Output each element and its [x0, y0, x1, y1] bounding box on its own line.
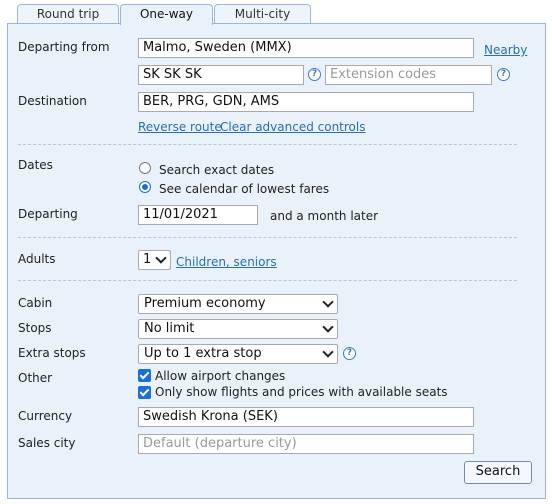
currency-input[interactable]: Swedish Krona (SEK)	[138, 407, 474, 427]
clear-advanced-controls-link[interactable]: Clear advanced controls	[220, 120, 366, 134]
stops-value: No limit	[144, 321, 195, 336]
available-seats-label: Only show flights and prices with availa…	[155, 385, 448, 399]
destination-input[interactable]: BER, PRG, GDN, AMS	[138, 92, 474, 112]
adults-select[interactable]: 1	[138, 250, 171, 270]
available-seats-checkbox[interactable]	[138, 386, 151, 399]
departing-label: Departing	[18, 207, 78, 221]
allow-airport-changes-checkbox[interactable]	[138, 369, 151, 382]
extra-stops-label: Extra stops	[18, 346, 86, 360]
destination-label: Destination	[18, 94, 87, 108]
other-label: Other	[18, 371, 53, 385]
calendar-lowest-fares-radio[interactable]	[139, 181, 151, 193]
cabin-label: Cabin	[18, 296, 53, 310]
nearby-link[interactable]: Nearby	[484, 43, 527, 57]
divider	[18, 144, 517, 145]
dates-label: Dates	[18, 158, 53, 172]
tab-round-trip[interactable]: Round trip	[17, 4, 119, 24]
allow-airport-changes-label: Allow airport changes	[155, 369, 286, 383]
extra-stops-select[interactable]: Up to 1 extra stop	[138, 344, 338, 364]
extra-stops-value: Up to 1 extra stop	[144, 346, 262, 361]
divider	[18, 237, 517, 238]
departing-date-input[interactable]: 11/01/2021	[138, 205, 258, 225]
help-icon[interactable]: ?	[343, 347, 356, 360]
search-exact-dates-radio[interactable]	[139, 162, 151, 174]
help-icon[interactable]: ?	[497, 68, 510, 81]
search-button[interactable]: Search	[464, 461, 532, 484]
divider	[18, 280, 517, 281]
chevron-down-icon	[155, 252, 167, 264]
chevron-down-icon	[322, 346, 334, 358]
tab-multi-city[interactable]: Multi-city	[214, 4, 311, 24]
cabin-select[interactable]: Premium economy	[138, 294, 338, 314]
chevron-down-icon	[322, 296, 334, 308]
sales-city-label: Sales city	[18, 436, 76, 450]
departing-from-label: Departing from	[18, 40, 110, 54]
search-exact-dates-label: Search exact dates	[159, 163, 275, 177]
adults-value: 1	[143, 252, 152, 267]
help-icon[interactable]: ?	[308, 68, 321, 81]
departing-from-input[interactable]: Malmo, Sweden (MMX)	[138, 38, 474, 58]
stops-label: Stops	[18, 321, 52, 335]
children-seniors-link[interactable]: Children, seniors	[176, 255, 277, 269]
currency-label: Currency	[18, 409, 73, 423]
routing-codes-input[interactable]: SK SK SK	[138, 65, 304, 85]
tab-one-way[interactable]: One-way	[120, 4, 213, 25]
sales-city-input[interactable]: Default (departure city)	[138, 434, 474, 454]
calendar-lowest-fares-label: See calendar of lowest fares	[159, 182, 330, 196]
cabin-value: Premium economy	[144, 296, 266, 311]
chevron-down-icon	[322, 321, 334, 333]
date-range-text: and a month later	[270, 209, 379, 223]
reverse-route-link[interactable]: Reverse route	[138, 120, 222, 134]
stops-select[interactable]: No limit	[138, 319, 338, 339]
extension-codes-input[interactable]: Extension codes	[325, 65, 492, 85]
adults-label: Adults	[18, 252, 56, 266]
